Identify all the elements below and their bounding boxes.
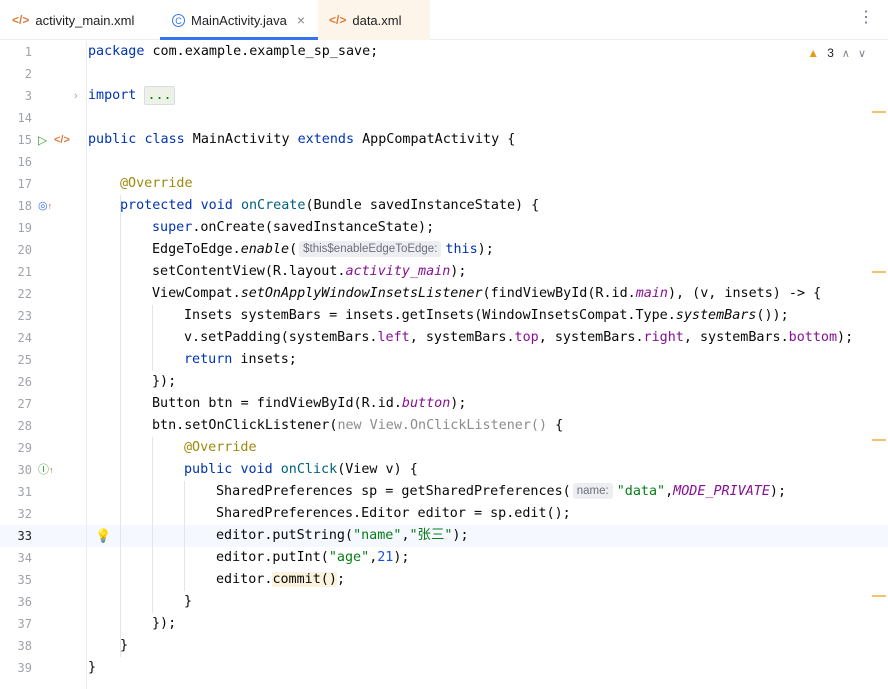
code-line-36: }: [184, 594, 193, 609]
line-number: 1: [24, 45, 32, 59]
gutter-divider: [86, 41, 87, 689]
code-line-37: });: [152, 616, 177, 631]
code-line-33: editor.putString("name","张三");: [216, 528, 469, 543]
line-number: 20: [17, 243, 32, 257]
code-line-21: setContentView(R.layout.activity_main);: [152, 264, 467, 279]
code-line-34: editor.putInt("age",21);: [216, 550, 410, 565]
line-number: 25: [17, 353, 32, 367]
fold-expand-icon[interactable]: ›: [74, 85, 78, 107]
lightbulb-icon[interactable]: 💡: [95, 525, 111, 547]
code-line-29: @Override: [184, 440, 257, 455]
code-line-20: EdgeToEdge.enable($this$enableEdgeToEdge…: [152, 241, 494, 257]
scrollbar-warning-mark[interactable]: [872, 271, 886, 273]
unused-result-highlight[interactable]: commit(): [272, 572, 337, 587]
tab-activity-main-xml[interactable]: </> activity_main.xml: [12, 0, 134, 40]
code-line-35: editor.commit();: [216, 572, 345, 587]
indent-guide: [152, 437, 153, 613]
code-line-22: ViewCompat.setOnApplyWindowInsetsListene…: [152, 286, 822, 301]
editor-tab-bar: </> activity_main.xml C MainActivity.jav…: [0, 0, 888, 40]
java-class-icon: C: [172, 13, 185, 27]
line-number: 14: [17, 111, 32, 125]
close-icon[interactable]: ×: [297, 12, 305, 28]
line-number: 19: [17, 221, 32, 235]
line-number: 17: [17, 177, 32, 191]
run-icon[interactable]: ▷: [38, 129, 47, 151]
code-line-25: return insets;: [184, 352, 297, 367]
code-line-19: super.onCreate(savedInstanceState);: [152, 220, 435, 235]
line-number: 37: [17, 617, 32, 631]
line-number: 18: [17, 199, 32, 213]
line-number: 39: [17, 661, 32, 675]
xml-icon: </>: [12, 13, 30, 27]
line-number: 36: [17, 595, 32, 609]
line-number: 16: [17, 155, 32, 169]
code-line-3: import ...: [88, 85, 175, 107]
line-number: 22: [17, 287, 32, 301]
indent-guide: [120, 195, 121, 657]
line-number: 3: [24, 89, 32, 103]
implement-method-icon[interactable]: Ⓘ↑: [38, 459, 54, 481]
line-number: 15: [17, 133, 32, 147]
warning-count: 3: [827, 46, 834, 60]
indent-guide: [152, 305, 153, 371]
line-number: 24: [17, 331, 32, 345]
line-number: 35: [17, 573, 32, 587]
code-line-18: protected void onCreate(Bundle savedInst…: [120, 198, 540, 213]
code-line-31: SharedPreferences sp = getSharedPreferen…: [216, 483, 787, 499]
code-line-15: public class MainActivity extends AppCom…: [88, 132, 516, 147]
code-line-23: Insets systemBars = insets.getInsets(Win…: [184, 308, 789, 323]
tab-label: MainActivity.java: [191, 12, 287, 28]
line-number: 29: [17, 441, 32, 455]
line-number: 34: [17, 551, 32, 565]
code-line-1: package com.example.example_sp_save;: [88, 44, 379, 59]
parameter-hint: name:: [572, 483, 613, 499]
code-line-39: }: [88, 660, 97, 675]
xml-layout-icon[interactable]: </>: [54, 129, 70, 151]
line-number: 26: [17, 375, 32, 389]
warning-icon: ▲: [807, 46, 820, 60]
indent-guide: [184, 481, 185, 591]
code-line-28: btn.setOnClickListener(new View.OnClickL…: [152, 418, 564, 433]
code-line-17: @Override: [120, 176, 193, 191]
line-number-current: 33: [17, 529, 32, 543]
chevron-down-icon[interactable]: ∨: [858, 47, 866, 60]
code-line-26: });: [152, 374, 177, 389]
tab-label: activity_main.xml: [35, 12, 135, 28]
folded-imports[interactable]: ...: [144, 86, 175, 105]
line-number: 38: [17, 639, 32, 653]
override-method-icon[interactable]: ◎↑: [38, 195, 52, 217]
code-line-38: }: [120, 638, 129, 653]
line-number: 31: [17, 485, 32, 499]
line-number: 30: [17, 463, 32, 477]
scrollbar-warning-mark[interactable]: [872, 111, 886, 113]
code-line-24: v.setPadding(systemBars.left, systemBars…: [184, 330, 854, 345]
chevron-up-icon[interactable]: ∧: [842, 47, 850, 60]
tab-data-xml[interactable]: </> data.xml: [318, 0, 430, 40]
tab-label: data.xml: [352, 12, 402, 28]
code-line-30: public void onClick(View v) {: [184, 462, 418, 477]
scrollbar-warning-mark[interactable]: [872, 439, 886, 441]
line-number: 21: [17, 265, 32, 279]
tab-main-activity-java[interactable]: C MainActivity.java ×: [160, 0, 318, 40]
xml-icon: </>: [329, 13, 347, 27]
more-options-icon[interactable]: ⋮: [858, 10, 874, 26]
line-number: 2: [24, 67, 32, 81]
code-editor[interactable]: 1 2 3 14 15 16 17 18 19 20 21 22 23 24 2…: [0, 41, 888, 689]
code-line-32: SharedPreferences.Editor editor = sp.edi…: [216, 506, 571, 521]
parameter-hint: $this$enableEdgeToEdge:: [299, 241, 442, 257]
line-number: 28: [17, 419, 32, 433]
line-number: 23: [17, 309, 32, 323]
line-number: 32: [17, 507, 32, 521]
inspection-widget[interactable]: ▲ 3 ∧ ∨: [807, 46, 866, 60]
line-number: 27: [17, 397, 32, 411]
scrollbar-warning-mark[interactable]: [872, 595, 886, 597]
code-line-27: Button btn = findViewById(R.id.button);: [152, 396, 467, 411]
